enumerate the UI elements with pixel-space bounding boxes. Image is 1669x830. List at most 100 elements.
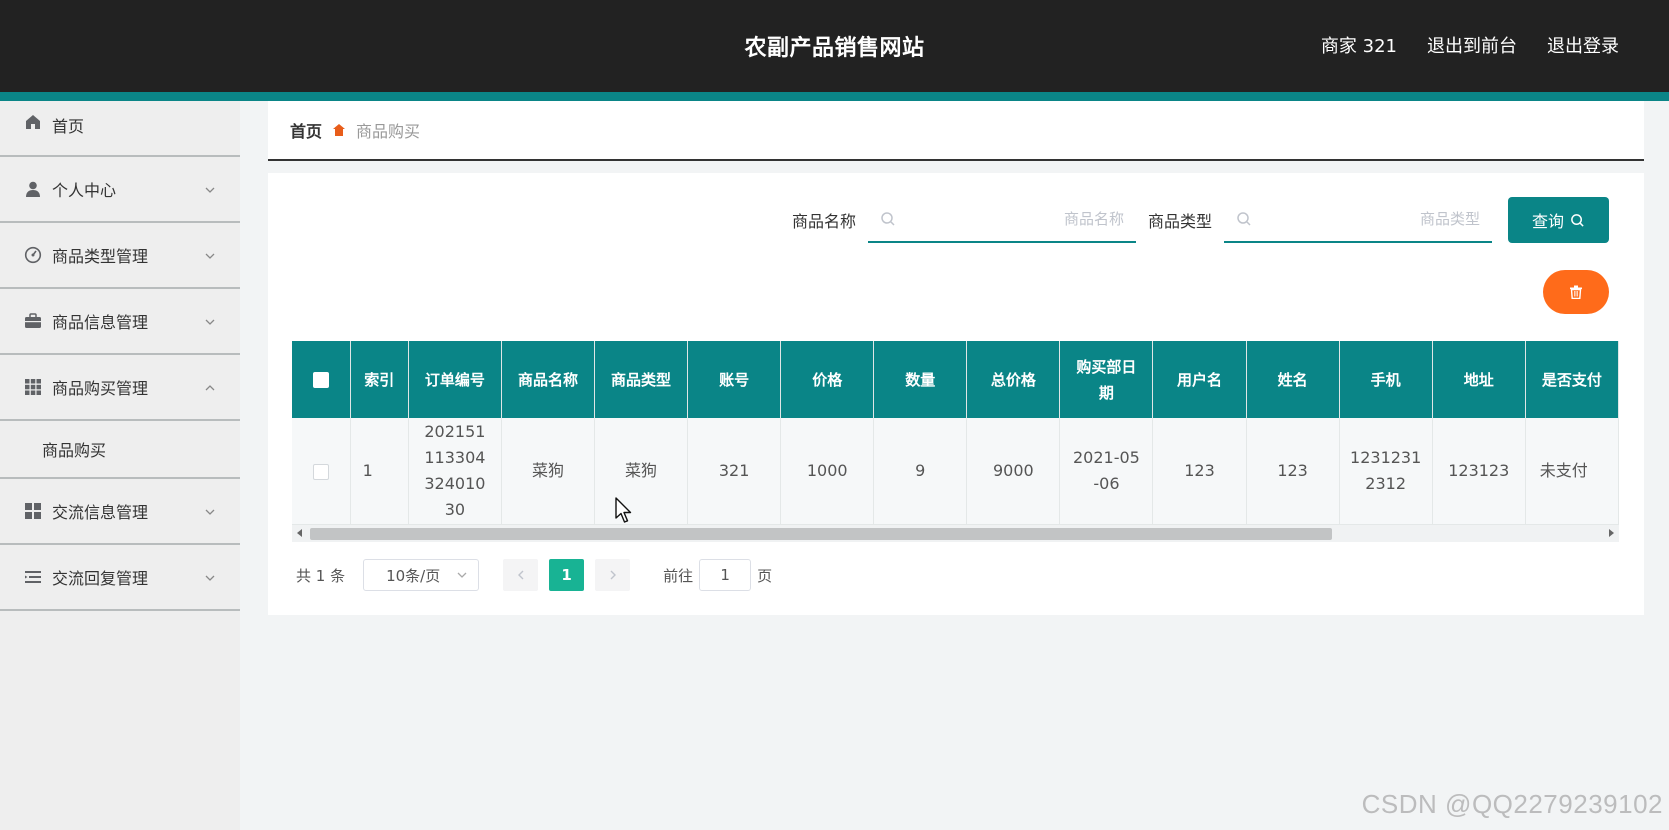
sidebar: 首页 个人中心 商品类型管理 商品信息管理 商品购买管理 商品购买 交流信息管理 — [0, 101, 240, 830]
scrollbar-thumb[interactable] — [310, 528, 1332, 540]
page-suffix: 页 — [757, 566, 773, 585]
column-header[interactable]: 是否支付 — [1525, 341, 1619, 418]
search-form: 商品名称 商品类型 查询 — [792, 197, 1609, 243]
user-label: 商家 321 — [1320, 36, 1397, 57]
cell-username: 123 — [1152, 418, 1247, 524]
horizontal-scrollbar[interactable] — [292, 524, 1619, 542]
row-select-cell — [292, 418, 351, 524]
sidebar-item-purchase-management[interactable]: 商品购买管理 — [0, 355, 240, 421]
briefcase-icon — [24, 312, 42, 330]
sidebar-item-label: 首页 — [52, 117, 85, 136]
watermark: CSDN @QQ2279239102 — [1361, 789, 1663, 819]
chevron-down-icon — [457, 572, 467, 578]
chevron-right-icon — [610, 570, 616, 580]
pagination: 共 1 条 10条/页 1 前往 页 — [296, 559, 772, 591]
apps-icon — [24, 502, 42, 520]
goto-label: 前往 — [663, 566, 694, 585]
orders-table: 索引 订单编号 商品名称 商品类型 账号 价格 数量 总价格 购买部日期 用户名… — [292, 341, 1619, 541]
user-icon — [24, 180, 42, 198]
trash-icon — [1570, 285, 1582, 299]
next-page-button[interactable] — [595, 559, 631, 591]
scroll-right-icon[interactable] — [1609, 529, 1614, 537]
search-icon — [1237, 212, 1251, 226]
column-header[interactable]: 索引 — [350, 341, 409, 418]
column-header[interactable]: 价格 — [780, 341, 875, 418]
column-header[interactable]: 总价格 — [966, 341, 1061, 418]
product-type-label: 商品类型 — [1147, 212, 1212, 231]
chevron-down-icon — [204, 181, 216, 193]
column-header[interactable]: 手机 — [1339, 341, 1433, 418]
column-header[interactable]: 姓名 — [1246, 341, 1340, 418]
sidebar-item-label: 商品购买管理 — [52, 379, 149, 398]
cell-date: 2021-05-06 — [1059, 418, 1154, 524]
table-row[interactable]: 1 20215111330432401030 菜狗 菜狗 321 1000 9 … — [292, 418, 1619, 524]
cell-quantity: 9 — [873, 418, 968, 524]
column-header[interactable]: 订单编号 — [408, 341, 502, 418]
sidebar-item-home[interactable]: 首页 — [0, 101, 240, 157]
mouse-cursor-icon — [615, 497, 632, 523]
column-header[interactable]: 商品名称 — [501, 341, 596, 418]
header-accent-bar — [0, 92, 1669, 101]
goto-page-input[interactable] — [699, 559, 752, 591]
scroll-left-icon[interactable] — [297, 529, 302, 537]
chevron-up-icon — [204, 379, 216, 391]
product-name-field[interactable] — [867, 197, 1136, 243]
cell-account: 321 — [687, 418, 782, 524]
prev-page-button[interactable] — [503, 559, 539, 591]
table-header-row: 索引 订单编号 商品名称 商品类型 账号 价格 数量 总价格 购买部日期 用户名… — [292, 341, 1619, 418]
list-icon — [24, 568, 42, 586]
page-size-value: 10条/页 — [386, 566, 441, 585]
sidebar-item-label: 个人中心 — [52, 181, 117, 200]
column-header[interactable]: 商品类型 — [594, 341, 689, 418]
sidebar-item-label: 商品类型管理 — [52, 247, 149, 266]
cell-price: 1000 — [780, 418, 875, 524]
column-header[interactable]: 地址 — [1432, 341, 1526, 418]
sidebar-subitem-purchase[interactable]: 商品购买 — [0, 421, 240, 479]
top-links: 商家 321 退出到前台 退出登录 — [1321, 32, 1619, 58]
product-name-input[interactable] — [895, 210, 1124, 228]
chevron-down-icon — [204, 569, 216, 581]
column-header[interactable]: 账号 — [687, 341, 782, 418]
grid-icon — [24, 378, 42, 396]
row-checkbox[interactable] — [312, 463, 329, 480]
select-all-cell — [292, 341, 351, 418]
sidebar-item-personal-center[interactable]: 个人中心 — [0, 157, 240, 223]
query-button-label: 查询 — [1531, 212, 1564, 231]
chevron-down-icon — [204, 503, 216, 515]
column-header[interactable]: 数量 — [873, 341, 968, 418]
sidebar-item-label: 商品信息管理 — [52, 313, 149, 332]
sidebar-item-product-info[interactable]: 商品信息管理 — [0, 289, 240, 355]
delete-button[interactable] — [1543, 270, 1609, 314]
sidebar-item-product-type[interactable]: 商品类型管理 — [0, 223, 240, 289]
query-button[interactable]: 查询 — [1508, 197, 1609, 243]
house-icon — [332, 123, 346, 137]
cell-paid: 未支付 — [1525, 418, 1619, 524]
product-name-label: 商品名称 — [791, 212, 856, 231]
select-all-checkbox[interactable] — [312, 372, 329, 388]
breadcrumb: 首页 商品购买 — [268, 101, 1644, 161]
column-header[interactable]: 用户名 — [1152, 341, 1247, 418]
sidebar-item-label: 交流回复管理 — [52, 569, 149, 588]
back-to-front-link[interactable]: 退出到前台 — [1427, 32, 1517, 58]
sidebar-item-reply-management[interactable]: 交流回复管理 — [0, 545, 240, 611]
product-type-field[interactable] — [1224, 197, 1492, 243]
breadcrumb-home[interactable]: 首页 — [290, 118, 322, 142]
product-type-input[interactable] — [1252, 210, 1480, 228]
cell-product-name: 菜狗 — [501, 418, 596, 524]
cell-phone: 12312312312 — [1339, 418, 1433, 524]
page-size-select[interactable]: 10条/页 — [363, 559, 480, 591]
search-icon — [1571, 213, 1584, 227]
cell-address: 123123 — [1432, 418, 1526, 524]
chevron-down-icon — [204, 247, 216, 259]
sidebar-item-message-management[interactable]: 交流信息管理 — [0, 479, 240, 545]
cell-name: 123 — [1246, 418, 1340, 524]
top-header: 农副产品销售网站 商家 321 退出到前台 退出登录 — [0, 0, 1669, 92]
total-count: 共 1 条 — [296, 566, 346, 585]
column-header[interactable]: 购买部日期 — [1059, 341, 1154, 418]
search-icon — [881, 212, 895, 226]
cell-index: 1 — [350, 418, 409, 524]
cell-total: 9000 — [966, 418, 1061, 524]
breadcrumb-current: 商品购买 — [356, 122, 421, 141]
logout-link[interactable]: 退出登录 — [1547, 32, 1619, 58]
page-number-button[interactable]: 1 — [549, 559, 585, 591]
